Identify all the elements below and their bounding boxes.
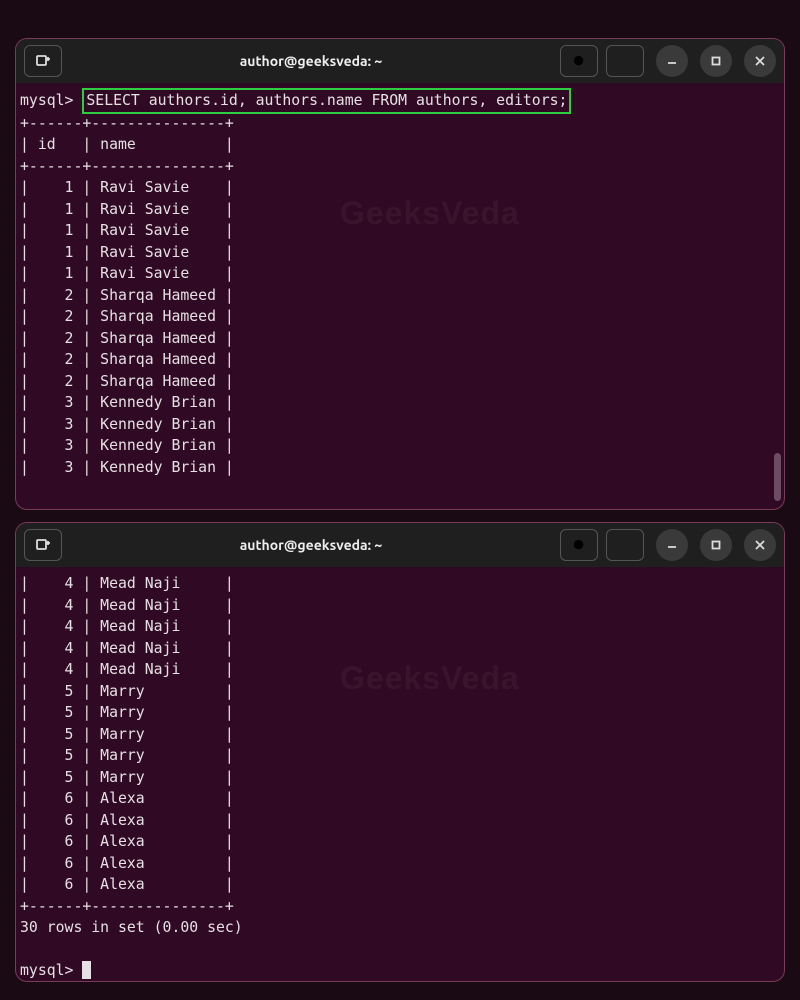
menu-button[interactable] bbox=[606, 529, 644, 561]
close-button[interactable] bbox=[744, 529, 776, 561]
terminal-cursor bbox=[82, 961, 91, 979]
terminal-body-1[interactable]: mysql> SELECT authors.id, authors.name F… bbox=[16, 83, 784, 509]
maximize-button[interactable] bbox=[700, 45, 732, 77]
new-tab-icon bbox=[35, 53, 51, 69]
separator-line: +------+---------------+ bbox=[20, 158, 234, 175]
separator-line: +------+---------------+ bbox=[20, 898, 234, 915]
mysql-prompt: mysql> bbox=[20, 92, 73, 109]
minimize-icon bbox=[666, 539, 678, 551]
scrollbar-thumb[interactable] bbox=[774, 453, 781, 501]
search-button[interactable] bbox=[560, 45, 598, 77]
window-title-2: author@geeksveda: ~ bbox=[70, 537, 552, 553]
sql-query-highlight: SELECT authors.id, authors.name FROM aut… bbox=[82, 88, 571, 114]
hamburger-icon bbox=[618, 538, 633, 553]
table-header-row: | id | name | bbox=[20, 136, 234, 153]
titlebar-1: author@geeksveda: ~ bbox=[16, 39, 784, 83]
table-rows-1: | 1 | Ravi Savie | | 1 | Ravi Savie | | … bbox=[20, 179, 234, 476]
minimize-button[interactable] bbox=[656, 45, 688, 77]
search-button[interactable] bbox=[560, 529, 598, 561]
new-tab-button[interactable] bbox=[24, 45, 62, 77]
new-tab-icon bbox=[35, 537, 51, 553]
minimize-icon bbox=[666, 55, 678, 67]
close-icon bbox=[754, 55, 766, 67]
search-icon bbox=[572, 538, 587, 553]
window-title-1: author@geeksveda: ~ bbox=[70, 53, 552, 69]
maximize-icon bbox=[710, 539, 722, 551]
terminal-window-2: author@geeksveda: ~ | 4 | Mead Naji | | … bbox=[15, 522, 785, 982]
maximize-icon bbox=[710, 55, 722, 67]
terminal-window-1: author@geeksveda: ~ mysql> SELECT author… bbox=[15, 38, 785, 510]
search-icon bbox=[572, 54, 587, 69]
result-summary: 30 rows in set (0.00 sec) bbox=[20, 919, 243, 936]
close-icon bbox=[754, 539, 766, 551]
close-button[interactable] bbox=[744, 45, 776, 77]
mysql-prompt: mysql> bbox=[20, 962, 73, 979]
terminal-body-2[interactable]: | 4 | Mead Naji | | 4 | Mead Naji | | 4 … bbox=[16, 567, 784, 981]
minimize-button[interactable] bbox=[656, 529, 688, 561]
titlebar-2: author@geeksveda: ~ bbox=[16, 523, 784, 567]
separator-line: +------+---------------+ bbox=[20, 115, 234, 132]
maximize-button[interactable] bbox=[700, 529, 732, 561]
menu-button[interactable] bbox=[606, 45, 644, 77]
hamburger-icon bbox=[618, 54, 633, 69]
new-tab-button[interactable] bbox=[24, 529, 62, 561]
table-rows-2: | 4 | Mead Naji | | 4 | Mead Naji | | 4 … bbox=[20, 575, 234, 893]
